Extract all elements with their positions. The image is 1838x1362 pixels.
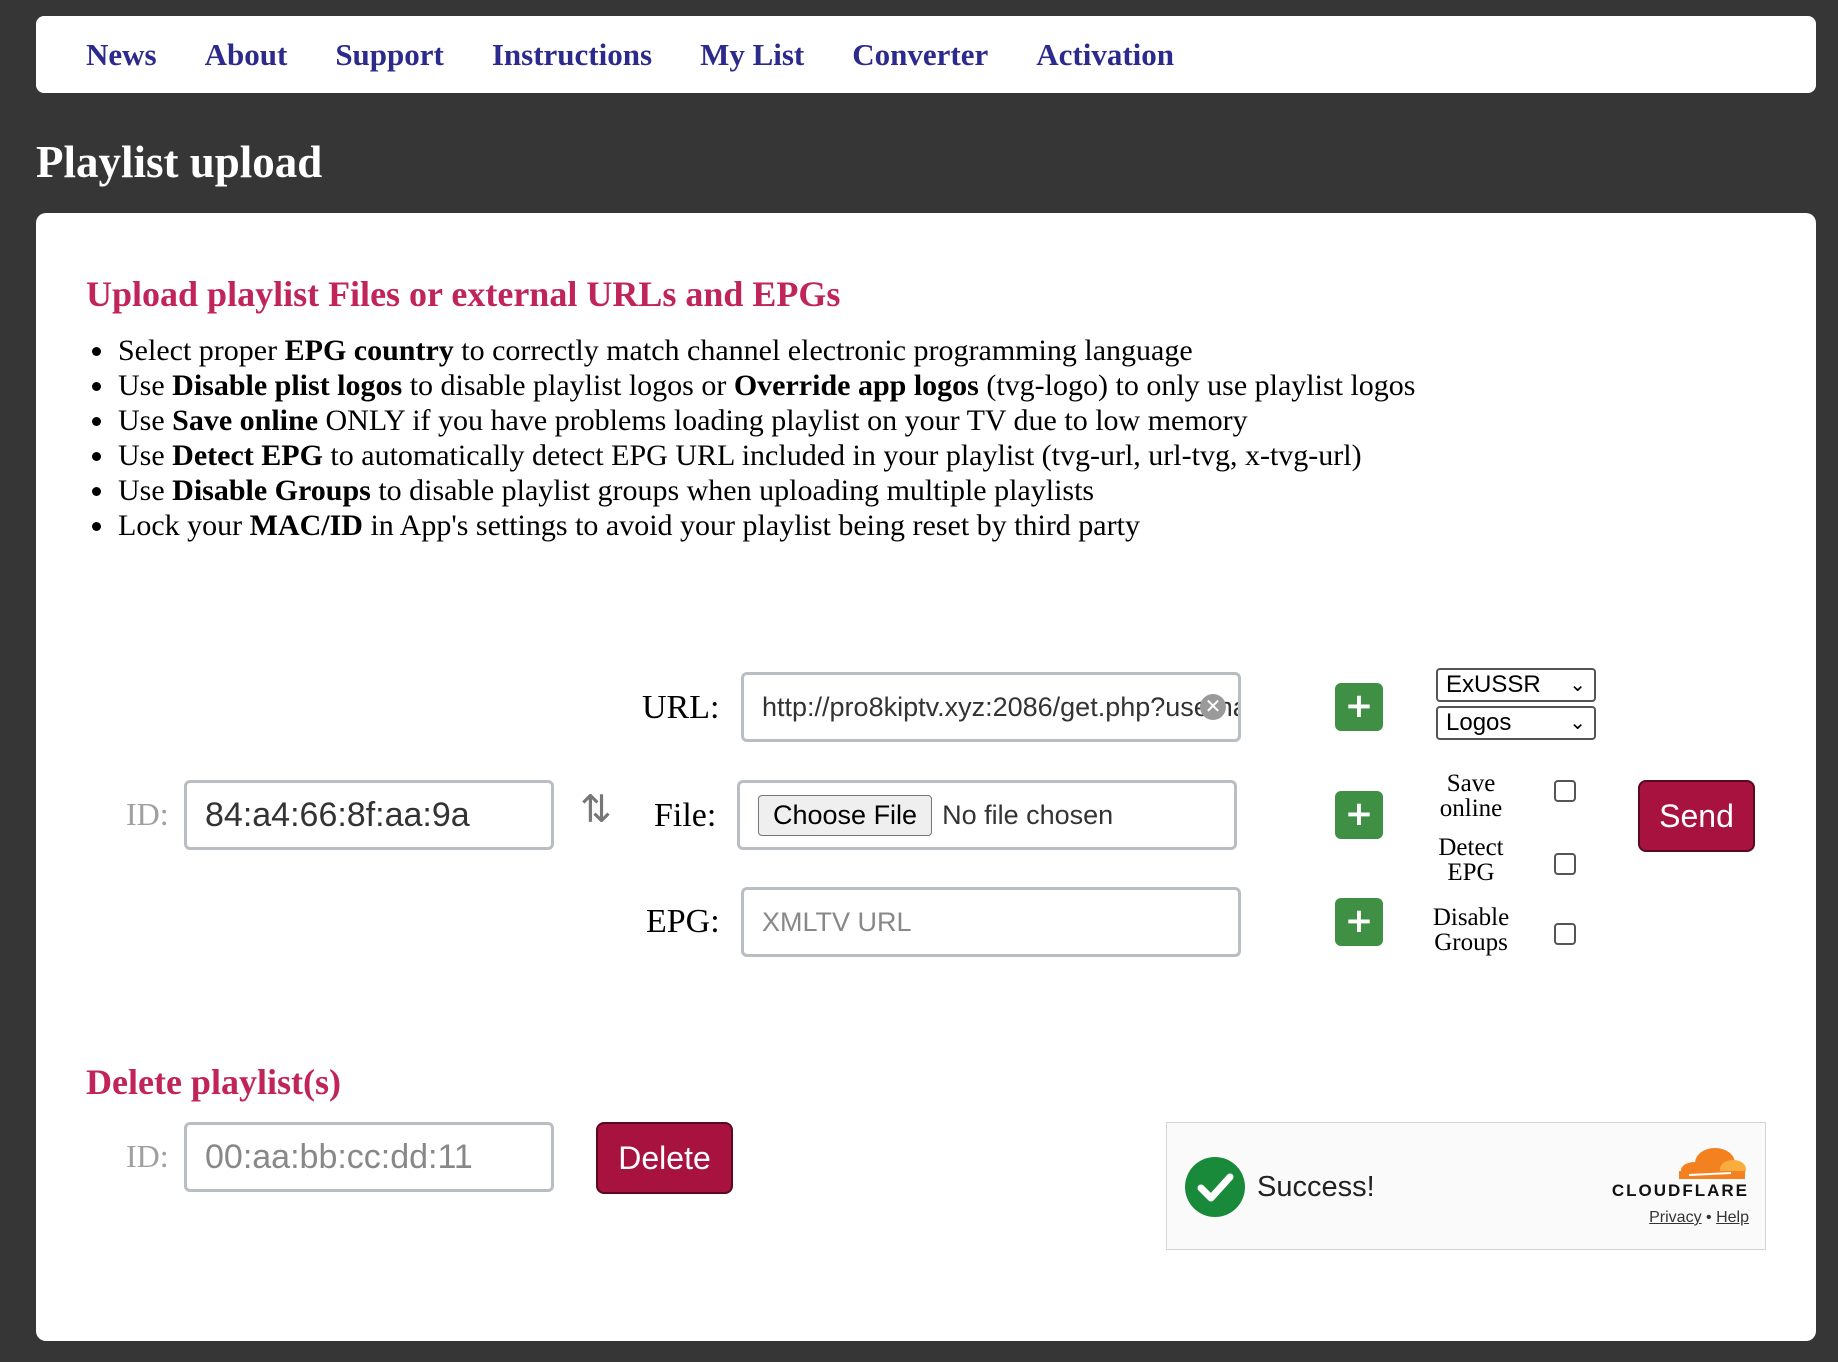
instruction-text: to correctly match channel electronic pr… bbox=[453, 334, 1193, 367]
nav-support[interactable]: Support bbox=[335, 37, 444, 73]
captcha-widget: Success! CLOUDFLARE Privacy • Help bbox=[1166, 1122, 1766, 1250]
captcha-links: Privacy • Help bbox=[1649, 1209, 1749, 1227]
instruction-text: Use bbox=[118, 439, 173, 472]
logos-select-value: Logos bbox=[1446, 709, 1512, 736]
upload-title: Upload playlist Files or external URLs a… bbox=[86, 274, 841, 314]
instruction-keyword: Disable plist logos bbox=[172, 369, 403, 402]
clear-icon[interactable]: ✕ bbox=[1200, 694, 1226, 720]
instruction-keyword: Detect EPG bbox=[172, 439, 323, 472]
help-link[interactable]: Help bbox=[1716, 1209, 1749, 1226]
instruction-item: Use Disable plist logos to disable playl… bbox=[116, 368, 1415, 403]
instruction-item: Lock your MAC/ID in App's settings to av… bbox=[116, 508, 1415, 543]
instruction-text: to disable playlist logos or bbox=[402, 369, 734, 402]
instruction-keyword: EPG country bbox=[284, 334, 454, 367]
instruction-text: to disable playlist groups when uploadin… bbox=[370, 474, 1095, 507]
check-circle-icon bbox=[1185, 1157, 1245, 1217]
cloudflare-brand: CLOUDFLARE bbox=[1611, 1181, 1749, 1200]
logos-select[interactable]: Logos ⌄ bbox=[1436, 706, 1596, 740]
add-file-button[interactable]: + bbox=[1335, 791, 1383, 839]
instructions-list: Select proper EPG country to correctly m… bbox=[86, 333, 1415, 543]
nav-instructions[interactable]: Instructions bbox=[492, 37, 652, 73]
id-input-value: 84:a4:66:8f:aa:9a bbox=[205, 795, 470, 834]
instruction-item: Use Detect EPG to automatically detect E… bbox=[116, 438, 1415, 473]
instruction-keyword: MAC/ID bbox=[249, 509, 363, 542]
add-epg-button[interactable]: + bbox=[1335, 898, 1383, 946]
id-label: ID: bbox=[126, 796, 169, 832]
page-title: Playlist upload bbox=[36, 137, 323, 187]
instruction-text: in App's settings to avoid your playlist… bbox=[362, 509, 1140, 542]
nav-converter[interactable]: Converter bbox=[852, 37, 988, 73]
privacy-link[interactable]: Privacy bbox=[1649, 1209, 1701, 1226]
top-nav: News About Support Instructions My List … bbox=[36, 16, 1816, 93]
instruction-keyword: Disable Groups bbox=[172, 474, 371, 507]
swap-icon[interactable]: ⇅ bbox=[580, 787, 612, 831]
instruction-item: Use Disable Groups to disable playlist g… bbox=[116, 473, 1415, 508]
instruction-text: (tvg-logo) to only use playlist logos bbox=[978, 369, 1416, 402]
nav-activation[interactable]: Activation bbox=[1036, 37, 1174, 73]
epg-label: EPG: bbox=[646, 903, 720, 940]
disable-groups-label: Disable Groups bbox=[1432, 904, 1510, 956]
instruction-text: ONLY if you have problems loading playli… bbox=[318, 404, 1248, 437]
cloudflare-logo-icon bbox=[1679, 1148, 1746, 1179]
delete-id-input[interactable]: 00:aa:bb:cc:dd:11 bbox=[184, 1122, 554, 1192]
detect-epg-checkbox[interactable] bbox=[1554, 853, 1576, 875]
instruction-text: Use bbox=[118, 369, 173, 402]
detect-epg-label: Detect EPG bbox=[1438, 834, 1504, 886]
nav-news[interactable]: News bbox=[86, 37, 157, 73]
delete-button[interactable]: Delete bbox=[596, 1122, 733, 1194]
nav-my-list[interactable]: My List bbox=[700, 37, 804, 73]
save-online-checkbox[interactable] bbox=[1554, 780, 1576, 802]
disable-groups-checkbox[interactable] bbox=[1554, 923, 1576, 945]
country-select[interactable]: ExUSSR ⌄ bbox=[1436, 668, 1596, 702]
url-input-value: http://pro8kiptv.xyz:2086/get.php?userna… bbox=[762, 691, 1238, 722]
instruction-text: Use bbox=[118, 474, 173, 507]
instruction-text: Use bbox=[118, 404, 173, 437]
captcha-status: Success! bbox=[1257, 1171, 1375, 1203]
add-url-button[interactable]: + bbox=[1335, 683, 1383, 731]
chevron-down-icon: ⌄ bbox=[1569, 674, 1586, 696]
instruction-text: to automatically detect EPG URL included… bbox=[322, 439, 1362, 472]
instruction-item: Use Save online ONLY if you have problem… bbox=[116, 403, 1415, 438]
delete-id-label: ID: bbox=[126, 1138, 169, 1174]
file-input[interactable]: Choose File No file chosen bbox=[737, 780, 1237, 850]
url-label: URL: bbox=[642, 689, 720, 726]
file-label: File: bbox=[654, 797, 717, 834]
instruction-keyword: Override app logos bbox=[733, 369, 979, 402]
epg-placeholder: XMLTV URL bbox=[762, 906, 912, 937]
instruction-item: Select proper EPG country to correctly m… bbox=[116, 333, 1415, 368]
id-input[interactable]: 84:a4:66:8f:aa:9a bbox=[184, 780, 554, 850]
choose-file-button[interactable]: Choose File bbox=[758, 794, 933, 836]
no-file-text: No file chosen bbox=[942, 799, 1114, 830]
country-select-value: ExUSSR bbox=[1446, 671, 1541, 698]
url-input[interactable]: http://pro8kiptv.xyz:2086/get.php?userna… bbox=[741, 672, 1241, 742]
save-online-label: Save online bbox=[1439, 770, 1503, 822]
instruction-text: Lock your bbox=[118, 509, 250, 542]
instruction-keyword: Save online bbox=[172, 404, 319, 437]
delete-id-placeholder: 00:aa:bb:cc:dd:11 bbox=[205, 1137, 473, 1176]
send-button[interactable]: Send bbox=[1638, 780, 1755, 852]
nav-about[interactable]: About bbox=[205, 37, 288, 73]
epg-input[interactable]: XMLTV URL bbox=[741, 887, 1241, 957]
main-card: Upload playlist Files or external URLs a… bbox=[36, 213, 1816, 1341]
instruction-text: Select proper bbox=[118, 334, 285, 367]
chevron-down-icon: ⌄ bbox=[1569, 712, 1586, 734]
delete-title: Delete playlist(s) bbox=[86, 1062, 341, 1102]
link-separator: • bbox=[1706, 1209, 1712, 1226]
